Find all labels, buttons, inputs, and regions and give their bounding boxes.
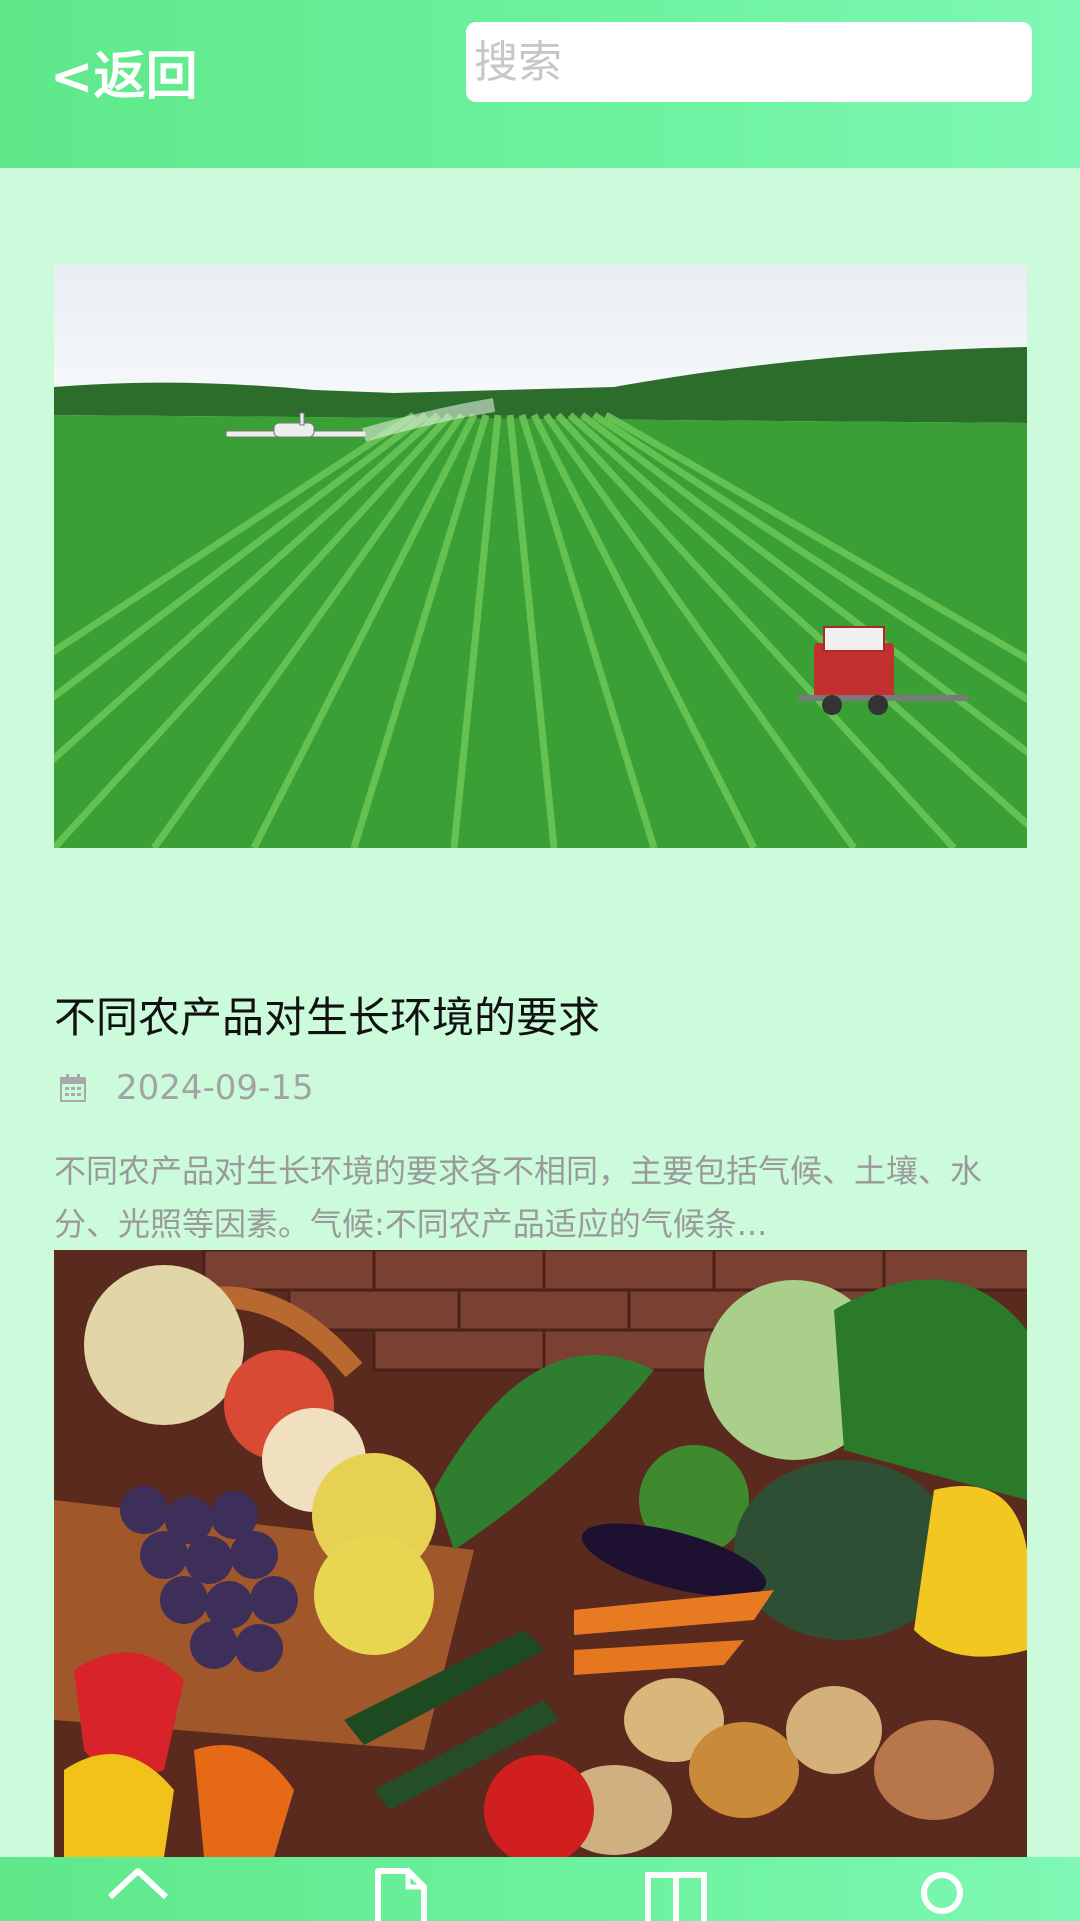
article-card[interactable]: 不同农产品对生长环境的要求 2024-09-15 不同农产品对生长环境的要求各不… bbox=[54, 265, 1027, 1265]
back-button[interactable]: <返回 bbox=[50, 42, 198, 112]
search-input[interactable] bbox=[466, 22, 1032, 102]
bottom-navigation bbox=[0, 1857, 1080, 1921]
article-title[interactable]: 不同农产品对生长环境的要求 bbox=[54, 990, 600, 1046]
document-icon bbox=[375, 1868, 427, 1921]
article-date: 2024-09-15 bbox=[116, 1068, 314, 1108]
article-summary: 不同农产品对生长环境的要求各不相同，主要包括气候、土壤、水分、光照等因素。气候:… bbox=[54, 1152, 983, 1243]
nav-home[interactable] bbox=[98, 1857, 178, 1921]
book-icon bbox=[645, 1872, 707, 1921]
nav-profile[interactable] bbox=[902, 1857, 982, 1921]
calendar-icon bbox=[60, 1074, 86, 1102]
nav-documents[interactable] bbox=[362, 1857, 442, 1921]
article-card[interactable] bbox=[54, 1250, 1027, 1857]
top-header: <返回 bbox=[0, 0, 1080, 168]
produce-basket-photo[interactable] bbox=[54, 1250, 1027, 1857]
nav-catalog[interactable] bbox=[636, 1857, 716, 1921]
farmland-photo[interactable] bbox=[54, 265, 1027, 848]
home-icon bbox=[107, 1868, 169, 1900]
article-date-row: 2024-09-15 bbox=[54, 1063, 314, 1113]
user-icon bbox=[921, 1872, 963, 1914]
